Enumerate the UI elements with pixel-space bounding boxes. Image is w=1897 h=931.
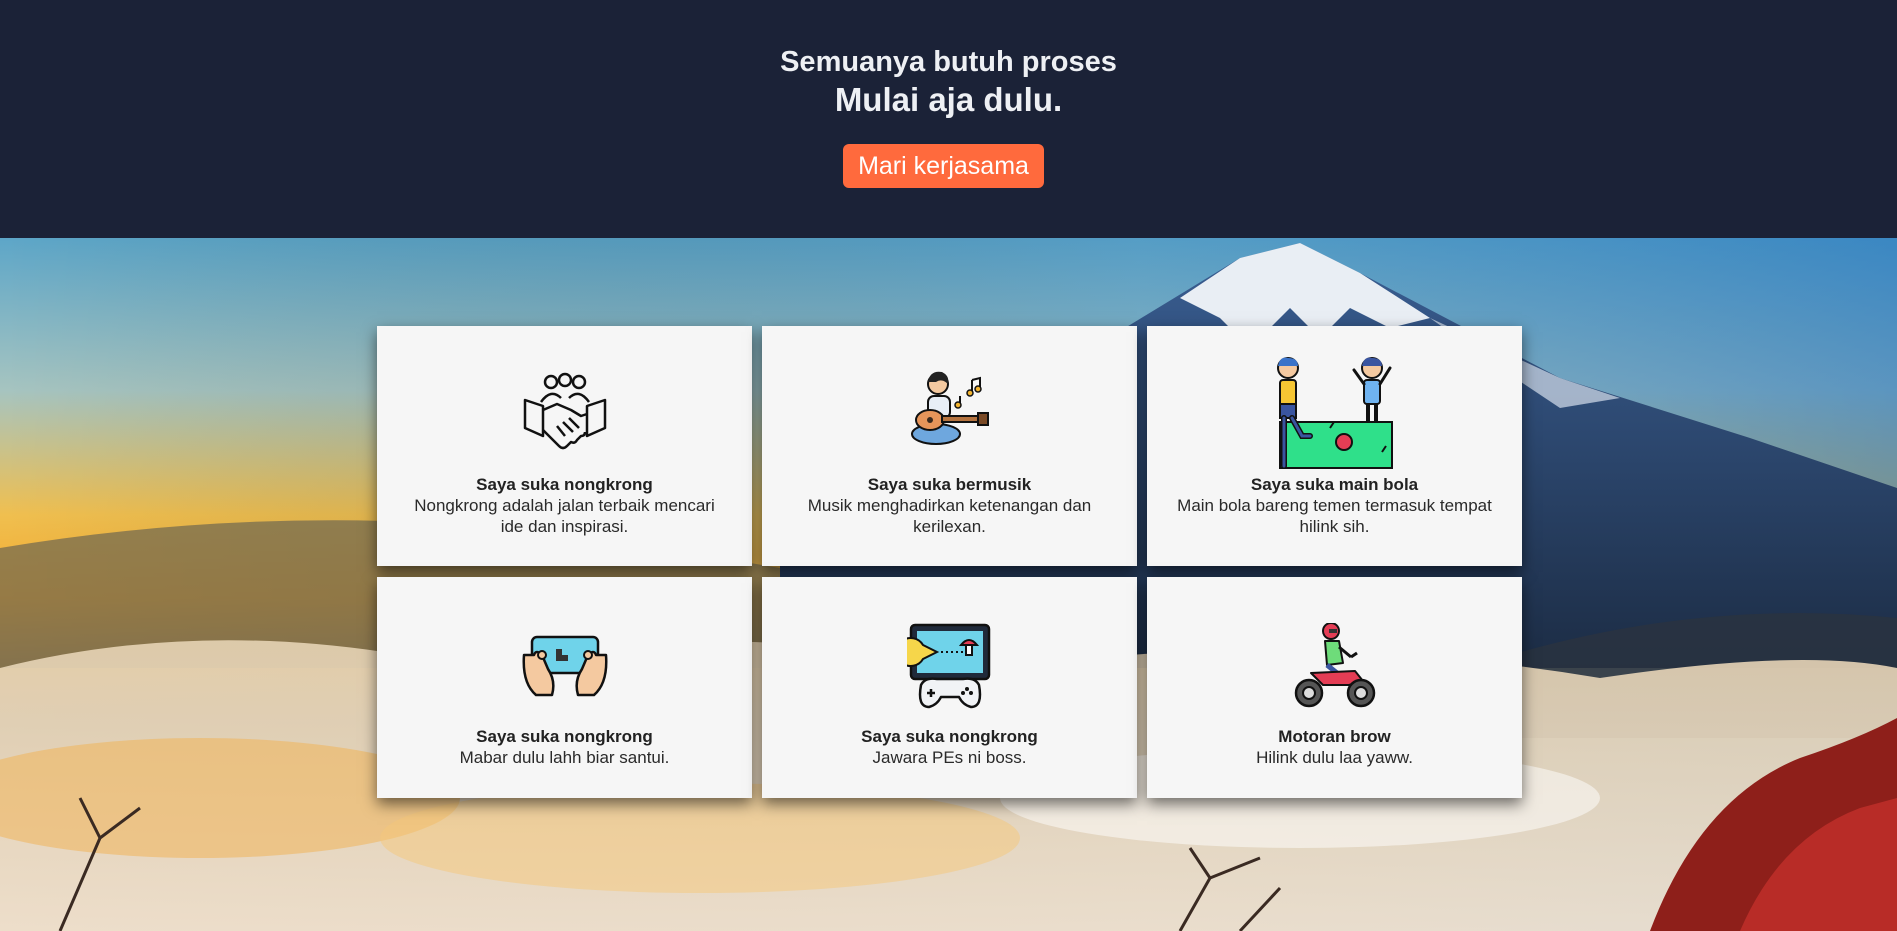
card-football: Saya suka main bola Main bola bareng tem… [1147,326,1522,566]
card-title: Saya suka nongkrong [476,727,653,746]
football-players-icon [1272,356,1398,479]
card-hangout: Saya suka nongkrong Nongkrong adalah jal… [377,326,752,566]
card-title: Saya suka nongkrong [476,475,653,494]
card-title: Motoran brow [1278,727,1391,746]
cta-button[interactable]: Mari kerjasama [843,144,1044,188]
card-description: Nongkrong adalah jalan terbaik mencari i… [414,496,715,536]
hero-section: Semuanya butuh proses Mulai aja dulu. Ma… [0,0,1897,238]
handshake-icon [521,370,609,463]
card-description: Jawara PEs ni boss. [872,748,1027,767]
guitar-player-icon [906,368,994,461]
card-motorcycle: Motoran brow Hilink dulu laa yaww. [1147,577,1522,798]
card-music: Saya suka bermusik Musik menghadirkan ke… [762,326,1137,566]
card-title: Saya suka bermusik [867,475,1032,494]
card-description: Musik menghadirkan ketenangan dan kerile… [807,496,1092,536]
game-console-icon [895,623,993,714]
hero-subtitle: Semuanya butuh proses [780,46,1117,78]
card-description: Mabar dulu lahh biar santui. [459,748,670,767]
card-console-gaming: Saya suka nongkrong Jawara PEs ni boss. [762,577,1137,798]
card-title: Saya suka nongkrong [861,727,1038,746]
motorcycle-rider-icon [1293,622,1377,714]
card-description: Main bola bareng temen termasuk tempat h… [1177,496,1492,536]
card-description: Hilink dulu laa yaww. [1256,748,1413,767]
card-mobile-gaming: Saya suka nongkrong Mabar dulu lahh biar… [377,577,752,798]
card-title: Saya suka main bola [1250,475,1419,494]
hero-title: Mulai aja dulu. [834,81,1063,118]
mobile-gaming-icon [522,625,608,704]
